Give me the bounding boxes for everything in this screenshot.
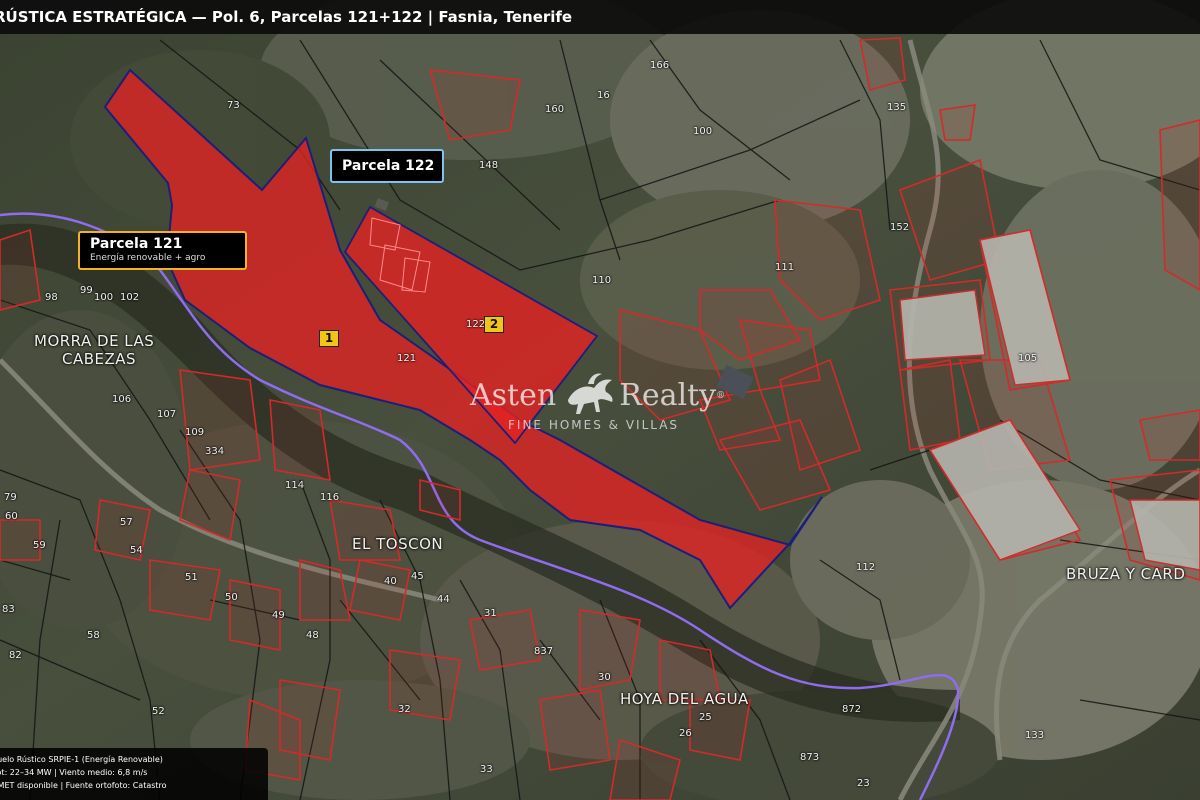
parcel-badge-1[interactable]: 1 [319, 330, 339, 347]
callout-121-title: Parcela 121 [90, 236, 183, 252]
parcel-number: 110 [592, 275, 612, 286]
parcel-number: 111 [775, 262, 795, 273]
parcel-number: 50 [225, 592, 238, 603]
parcel-number: 121 [397, 353, 417, 364]
callout-122-title: Parcela 122 [342, 158, 435, 174]
parcel-number: 60 [5, 511, 18, 522]
map-view[interactable]: RÚSTICA ESTRATÉGICA — Pol. 6, Parcelas 1… [0, 0, 1200, 800]
info-line-2: Pot: 22–34 MW | Viento medio: 6,8 m/s [0, 768, 148, 777]
place-name-bruza: BRUZA Y CARD [1066, 565, 1186, 583]
parcel-number: 166 [650, 60, 670, 71]
parcel-number: 83 [2, 604, 15, 615]
horse-logo-icon [568, 373, 613, 414]
callout-parcela-122[interactable]: Parcela 122 [330, 149, 444, 183]
parcel-number: 58 [87, 630, 100, 641]
parcel-number: 114 [285, 480, 305, 491]
parcel-number: 135 [887, 102, 907, 113]
brand-watermark: Asten Realty® FINE HOMES & VILLAS [470, 373, 740, 432]
parcel-number: 122 [466, 319, 486, 330]
parcel-number: 48 [306, 630, 319, 641]
parcel-badge-2[interactable]: 2 [484, 316, 504, 333]
parcel-number: 40 [384, 576, 397, 587]
callout-parcela-121[interactable]: Parcela 121 Energía renovable + agro [78, 231, 247, 270]
parcel-number: 148 [479, 160, 499, 171]
parcel-number: 837 [534, 646, 554, 657]
info-line-3: RMET disponible | Fuente ortofoto: Catas… [0, 781, 167, 790]
parcel-number: 152 [890, 222, 910, 233]
parcel-number: 873 [800, 752, 820, 763]
parcel-number: 82 [9, 650, 22, 661]
parcel-number: 105 [1018, 353, 1038, 364]
parcel-number: 23 [857, 778, 870, 789]
parcel-number: 31 [484, 608, 497, 619]
parcel-number: 73 [227, 100, 240, 111]
parcel-number: 107 [157, 409, 177, 420]
place-name-el-toscon: EL TOSCON [352, 535, 444, 553]
parcel-number: 133 [1025, 730, 1045, 741]
parcel-number: 102 [120, 292, 140, 303]
parcel-number: 872 [842, 704, 862, 715]
brand-registered-mark: ® [716, 391, 726, 401]
callout-121-subtitle: Energía renovable + agro [90, 253, 206, 263]
parcel-number: 100 [94, 292, 114, 303]
parcel-number: 116 [320, 492, 340, 503]
parcel-number: 112 [856, 562, 876, 573]
brand-name-right: Realty [619, 378, 717, 413]
parcel-number: 54 [130, 545, 143, 556]
parcel-number: 52 [152, 706, 165, 717]
header-title: RÚSTICA ESTRATÉGICA — Pol. 6, Parcelas 1… [0, 8, 573, 26]
parcel-number: 98 [45, 292, 58, 303]
parcel-number: 160 [545, 104, 565, 115]
info-box: Suelo Rústico SRPIE-1 (Energía Renovable… [0, 748, 268, 800]
parcel-number: 16 [597, 90, 610, 101]
parcel-number: 57 [120, 517, 133, 528]
parcel-number: 334 [205, 446, 225, 457]
parcel-number: 25 [699, 712, 712, 723]
parcel-number: 51 [185, 572, 198, 583]
brand-name-left: Asten [470, 378, 557, 413]
parcel-number: 100 [693, 126, 713, 137]
parcel-number: 26 [679, 728, 692, 739]
brand-tagline: FINE HOMES & VILLAS [508, 418, 680, 432]
parcel-number: 45 [411, 571, 424, 582]
parcel-number: 32 [398, 704, 411, 715]
parcel-number: 49 [272, 610, 285, 621]
parcel-number: 79 [4, 492, 17, 503]
parcel-number: 99 [80, 285, 93, 296]
place-name-hoya-del-agua: HOYA DEL AGUA [620, 690, 749, 708]
parcel-number: 44 [437, 594, 450, 605]
header-bar: RÚSTICA ESTRATÉGICA — Pol. 6, Parcelas 1… [0, 0, 1200, 34]
parcel-number: 30 [598, 672, 611, 683]
info-line-1: Suelo Rústico SRPIE-1 (Energía Renovable… [0, 755, 163, 764]
parcel-number: 109 [185, 427, 205, 438]
place-name-morra: MORRA DE LAS CABEZAS [34, 332, 155, 368]
parcel-number: 59 [33, 540, 46, 551]
parcel-number: 106 [112, 394, 132, 405]
parcel-number: 33 [480, 764, 493, 775]
